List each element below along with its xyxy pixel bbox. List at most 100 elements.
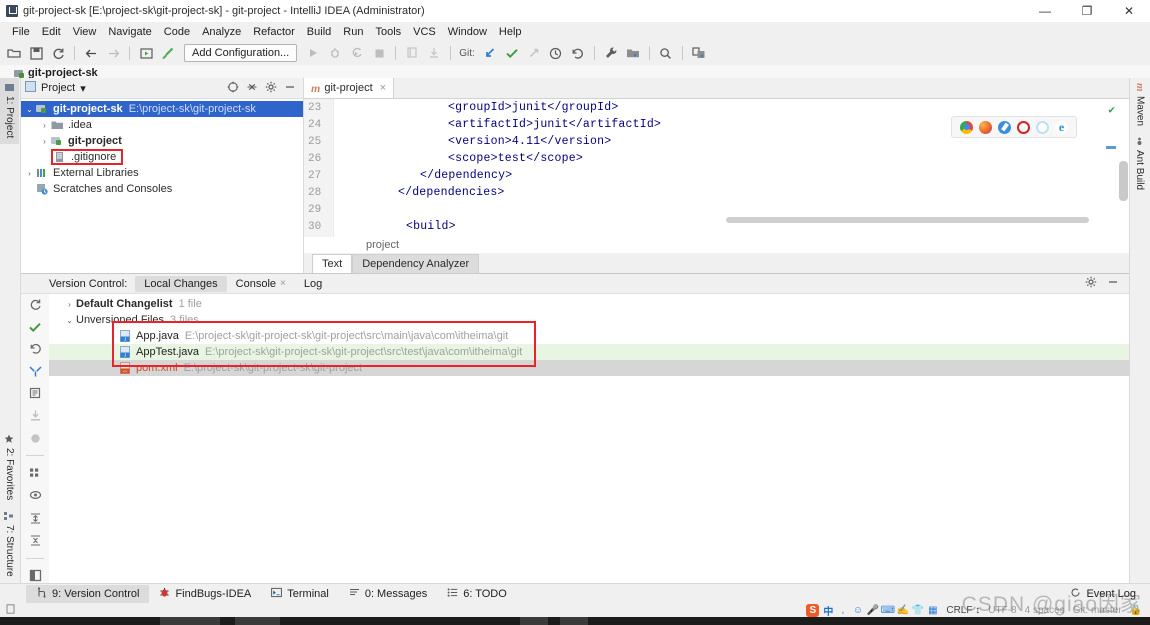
change-file-apptest-java[interactable]: J AppTest.java E:\project-sk\git-project… xyxy=(49,344,1129,360)
preview-icon[interactable] xyxy=(26,489,44,503)
close-button[interactable]: ✕ xyxy=(1108,0,1150,22)
menu-refactor[interactable]: Refactor xyxy=(247,25,301,39)
debug-icon[interactable] xyxy=(325,43,345,63)
bottom-tab-terminal[interactable]: Terminal xyxy=(261,585,339,603)
hide-icon[interactable] xyxy=(284,81,296,96)
menu-navigate[interactable]: Navigate xyxy=(102,25,157,39)
taskbar-item[interactable] xyxy=(160,617,220,625)
chevron-right-icon[interactable]: › xyxy=(23,169,36,178)
taskbar-item[interactable] xyxy=(560,617,588,625)
git-branch-indicator[interactable]: Git: master xyxy=(1073,605,1122,616)
tree-item-gitignore[interactable]: .gitignore xyxy=(21,149,303,165)
editor-vertical-scrollbar[interactable] xyxy=(1119,161,1128,201)
update-project-icon[interactable] xyxy=(480,43,500,63)
event-log-button[interactable]: Event Log xyxy=(1070,587,1150,601)
menu-edit[interactable]: Edit xyxy=(36,25,67,39)
settings-gear-icon[interactable] xyxy=(1085,276,1097,291)
refresh-icon[interactable] xyxy=(26,297,44,311)
run-preview-icon[interactable] xyxy=(136,43,156,63)
rollback-icon[interactable] xyxy=(568,43,588,63)
menu-help[interactable]: Help xyxy=(493,25,528,39)
indent-indicator[interactable]: 4 spaces xyxy=(1025,605,1065,616)
sidebar-item-structure[interactable]: 7: Structure xyxy=(0,506,19,583)
tab-text[interactable]: Text xyxy=(312,254,353,273)
settings-gear-icon[interactable] xyxy=(265,81,277,96)
changes-list[interactable]: › Default Changelist 1 file ⌄ Unversione… xyxy=(49,294,1129,583)
changelist-unversioned[interactable]: ⌄ Unversioned Files 3 files xyxy=(49,312,1129,328)
change-file-app-java[interactable]: J App.java E:\project-sk\git-project-sk\… xyxy=(49,328,1129,344)
build-hammer-icon[interactable] xyxy=(158,43,178,63)
memory-indicator-icon[interactable] xyxy=(6,604,16,617)
commit-icon[interactable] xyxy=(502,43,522,63)
forward-arrow-icon[interactable] xyxy=(103,43,123,63)
tab-log[interactable]: Log xyxy=(295,276,331,292)
tree-item-git-project-sk[interactable]: ⌄ git-project-sk E:\project-sk\git-proje… xyxy=(21,101,303,117)
settings-wrench-icon[interactable] xyxy=(601,43,621,63)
save-all-icon[interactable] xyxy=(26,43,46,63)
encoding-indicator[interactable]: UTF-8 xyxy=(988,605,1016,616)
push-icon[interactable] xyxy=(524,43,544,63)
tree-item-idea[interactable]: › .idea xyxy=(21,117,303,133)
locate-icon[interactable] xyxy=(227,81,239,96)
bottom-tab-version-control[interactable]: 9: Version Control xyxy=(26,585,150,603)
firefox-icon[interactable] xyxy=(979,120,992,134)
editor-breadcrumb[interactable]: project xyxy=(304,237,1129,253)
commit-check-icon[interactable] xyxy=(26,319,44,333)
sidebar-item-ant-build[interactable]: Ant Build xyxy=(1130,132,1149,196)
collapse-all-icon[interactable] xyxy=(26,533,44,547)
preview-diff-icon[interactable] xyxy=(26,569,44,583)
menu-run[interactable]: Run xyxy=(337,25,369,39)
menu-analyze[interactable]: Analyze xyxy=(196,25,247,39)
minimize-button[interactable]: — xyxy=(1024,0,1066,22)
close-icon[interactable]: × xyxy=(380,82,386,94)
search-icon[interactable] xyxy=(656,43,676,63)
ignore-icon[interactable] xyxy=(26,431,44,445)
close-icon[interactable]: × xyxy=(280,278,286,289)
editor-horizontal-scrollbar[interactable] xyxy=(349,217,1089,223)
ime-indicator[interactable]: S 中 , ☺ 🎤 ⌨ ✍ 👕 ▦ xyxy=(806,603,938,618)
sogou-ime-icon[interactable]: S xyxy=(806,604,820,617)
menu-file[interactable]: File xyxy=(6,25,36,39)
editor-tab-git-project[interactable]: m git-project × xyxy=(304,78,395,98)
sidebar-item-favorites[interactable]: 2: Favorites xyxy=(0,429,19,506)
get-from-vcs-icon[interactable] xyxy=(26,409,44,423)
change-file-pom-xml[interactable]: <> pom.xml E:\project-sk\git-project-sk\… xyxy=(49,360,1129,376)
taskbar-item[interactable] xyxy=(520,617,548,625)
profile-icon[interactable] xyxy=(402,43,422,63)
tree-item-scratches-and-consoles[interactable]: Scratches and Consoles xyxy=(21,181,303,197)
chevron-down-icon[interactable]: ⌄ xyxy=(23,105,36,114)
chevron-right-icon[interactable]: › xyxy=(38,121,51,130)
bottom-tab-messages[interactable]: 0: Messages xyxy=(339,585,437,603)
project-structure-icon[interactable] xyxy=(623,43,643,63)
diff-icon[interactable] xyxy=(689,43,709,63)
open-folder-icon[interactable] xyxy=(4,43,24,63)
tree-item-external-libraries[interactable]: › External Libraries xyxy=(21,165,303,181)
show-diff-icon[interactable] xyxy=(26,386,44,400)
chevron-right-icon[interactable]: › xyxy=(63,300,76,309)
sidebar-item-maven[interactable]: m Maven xyxy=(1130,78,1150,132)
error-stripe-gutter[interactable]: ✔ xyxy=(1103,99,1117,237)
skin-icon[interactable]: 👕 xyxy=(912,605,924,616)
collapse-all-icon[interactable] xyxy=(246,81,258,96)
attach-icon[interactable] xyxy=(424,43,444,63)
tab-dependency-analyzer[interactable]: Dependency Analyzer xyxy=(352,254,480,273)
group-by-icon[interactable] xyxy=(26,466,44,480)
ie-icon[interactable] xyxy=(1036,120,1049,134)
back-arrow-icon[interactable] xyxy=(81,43,101,63)
chevron-down-icon[interactable]: ⌄ xyxy=(63,316,76,325)
tab-local-changes[interactable]: Local Changes xyxy=(135,275,227,292)
taskbar-item[interactable] xyxy=(235,617,280,625)
chrome-icon[interactable] xyxy=(960,120,973,134)
shelve-icon[interactable] xyxy=(26,364,44,378)
line-separator-indicator[interactable]: CRLF ↕ xyxy=(946,605,980,616)
sidebar-item-project[interactable]: 1: Project xyxy=(0,78,19,145)
run-icon[interactable] xyxy=(303,43,323,63)
ime-language-label[interactable]: 中 xyxy=(823,603,833,618)
lock-icon[interactable]: 🔒 xyxy=(1130,605,1142,616)
chevron-right-icon[interactable]: › xyxy=(38,137,51,146)
keyboard-icon[interactable]: ⌨ xyxy=(881,605,895,616)
edge-icon[interactable]: e xyxy=(1055,120,1068,134)
menu-build[interactable]: Build xyxy=(301,25,337,39)
maximize-button[interactable]: ❐ xyxy=(1066,0,1108,22)
menu-code[interactable]: Code xyxy=(158,25,196,39)
